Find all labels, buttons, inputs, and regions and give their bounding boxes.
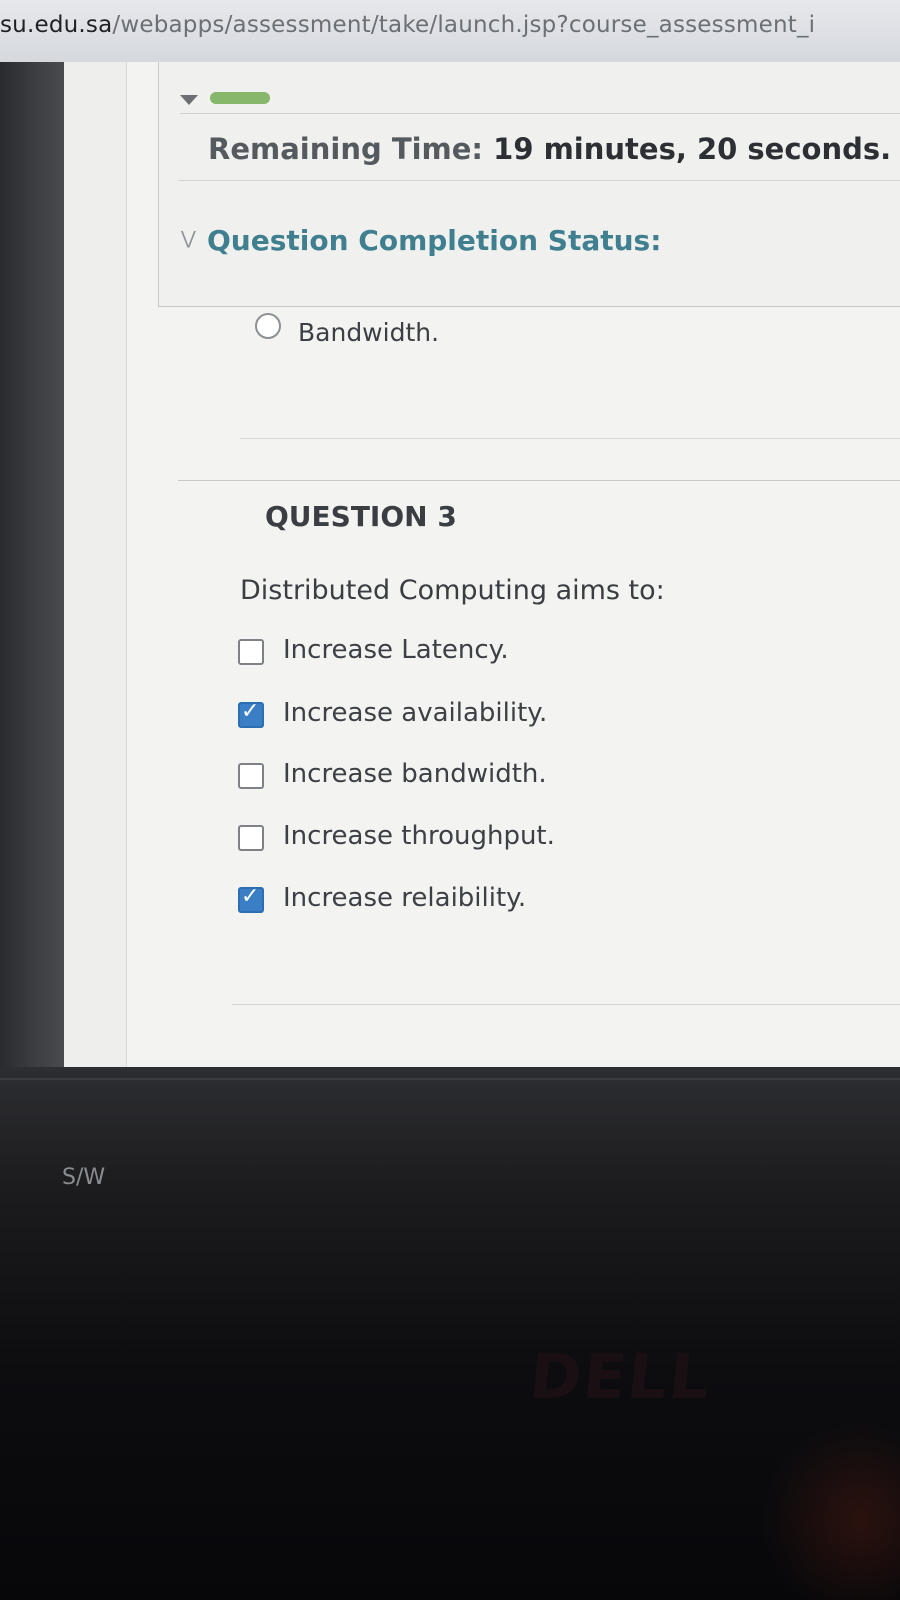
checkbox[interactable] (238, 763, 264, 789)
url-path: /webapps/assessment/take/launch.jsp?cour… (112, 12, 816, 38)
checkmark-icon: ✓ (241, 699, 260, 724)
progress-indicator (210, 92, 270, 104)
url-host: su.edu.sa (0, 12, 113, 38)
divider (180, 113, 900, 114)
divider (240, 438, 900, 439)
url-text[interactable]: su.edu.sa/webapps/assessment/take/launch… (0, 12, 815, 38)
radio-option-label: Bandwidth. (298, 318, 440, 347)
question-text: Distributed Computing aims to: (240, 575, 665, 606)
remaining-time: Remaining Time: 19 minutes, 20 seconds. (208, 132, 891, 166)
divider (232, 1004, 900, 1005)
divider (178, 480, 900, 481)
question-completion-status-toggle[interactable]: Question Completion Status: (207, 224, 661, 257)
option-label: Increase throughput. (283, 821, 555, 851)
option-label: Increase bandwidth. (283, 759, 547, 789)
checkbox-checked[interactable]: ✓ (238, 699, 264, 728)
remaining-time-value: 19 minutes, 20 seconds. (493, 132, 892, 166)
option-label: Increase relaibility. (283, 883, 527, 913)
checkbox-checked[interactable]: ✓ (238, 884, 264, 913)
brand-logo: DELL (526, 1340, 715, 1413)
remaining-time-label: Remaining Time: (208, 132, 484, 166)
checkbox[interactable] (238, 825, 264, 851)
checkbox[interactable] (238, 639, 264, 665)
collapse-triangle-icon[interactable] (180, 95, 198, 105)
screen: su.edu.sa/webapps/assessment/take/launch… (0, 0, 900, 1600)
chevron-down-icon[interactable]: ⋁ (181, 228, 196, 249)
divider (178, 180, 900, 181)
checkmark-icon: ✓ (241, 884, 260, 909)
option-label: Increase Latency. (283, 635, 509, 665)
option-label: Increase availability. (283, 698, 548, 728)
address-bar[interactable]: su.edu.sa/webapps/assessment/take/launch… (0, 0, 900, 63)
question-title: QUESTION 3 (265, 500, 457, 533)
bezel-edge (0, 1078, 900, 1080)
bezel-label: S/W (62, 1165, 106, 1190)
radio-button[interactable] (255, 313, 281, 339)
